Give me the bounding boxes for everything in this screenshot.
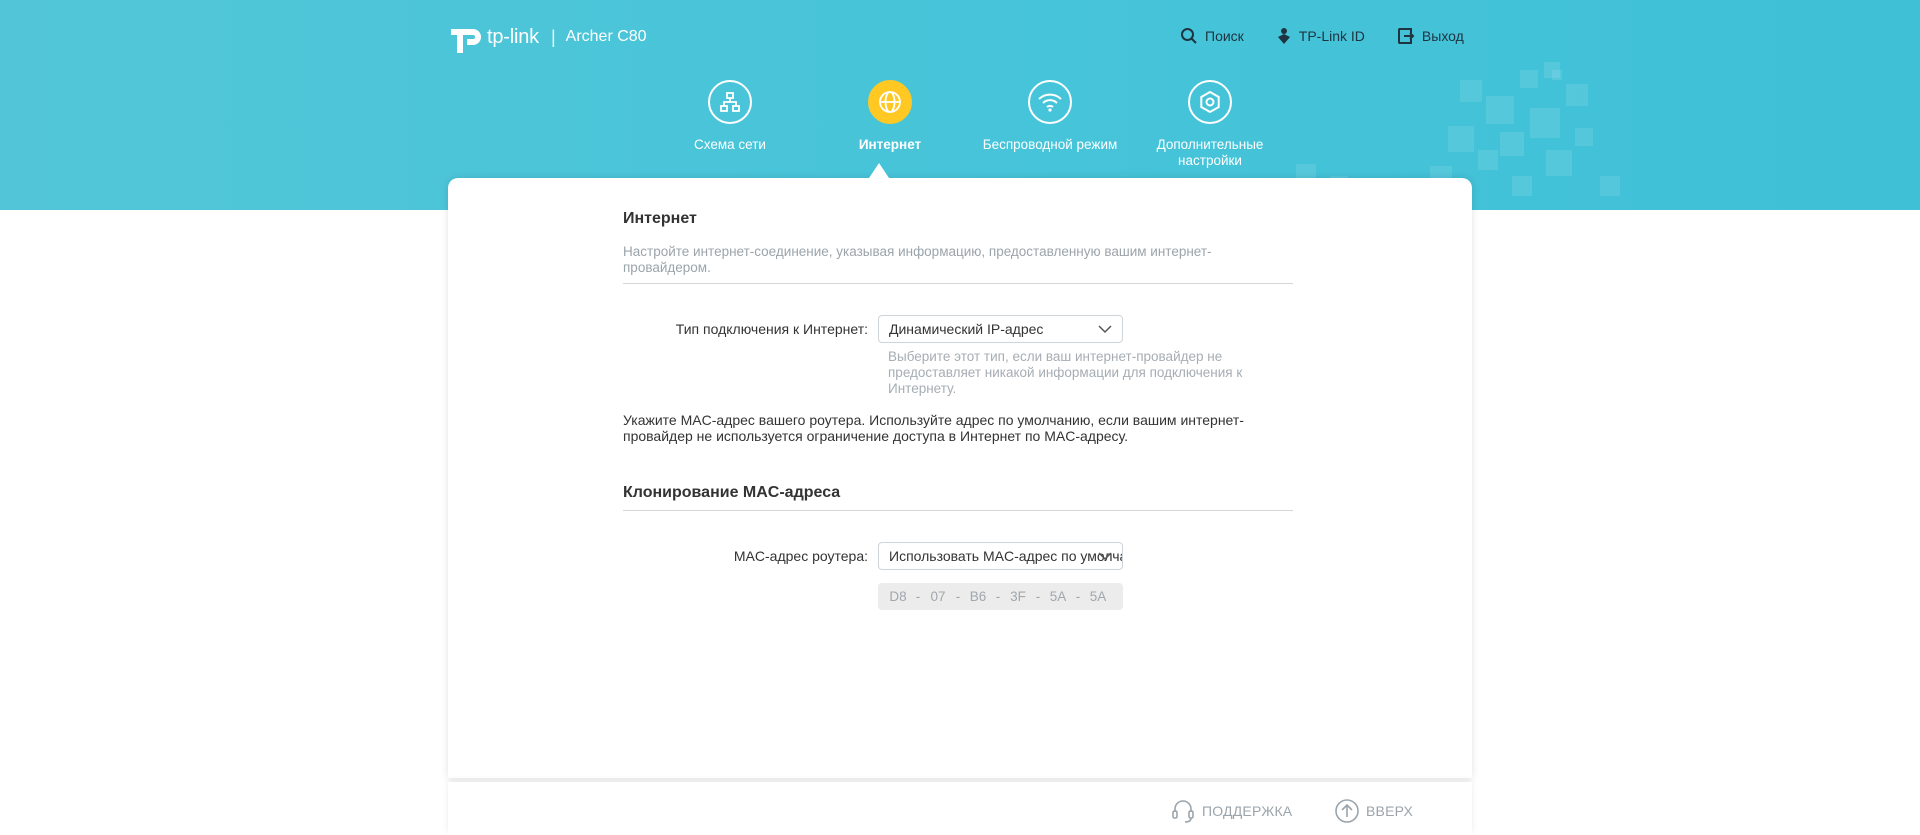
tplink-id-label: TP-Link ID bbox=[1298, 28, 1365, 44]
back-to-top-label: ВВЕРХ bbox=[1366, 803, 1414, 819]
mac-separator: - bbox=[1035, 589, 1041, 604]
conn-type-hint: Выберите этот тип, если ваш интернет-про… bbox=[888, 349, 1243, 396]
router-mac-value: Использовать MAC-адрес по умолчанию bbox=[889, 548, 1122, 564]
model-name: Archer C80 bbox=[565, 28, 647, 45]
mac-separator: - bbox=[995, 589, 1001, 604]
router-mac-label: MAC-адрес роутера: bbox=[733, 548, 868, 564]
nav-internet-circle bbox=[868, 80, 912, 124]
network-map-icon bbox=[720, 92, 740, 112]
chevron-down-icon bbox=[1098, 552, 1112, 561]
support-label: ПОДДЕРЖКА bbox=[1202, 803, 1293, 819]
headset-icon bbox=[1172, 800, 1194, 823]
internet-description: Настройте интернет-соединение, указывая … bbox=[623, 244, 1212, 275]
support-link[interactable]: ПОДДЕРЖКА bbox=[1170, 798, 1292, 824]
wifi-icon bbox=[1038, 93, 1062, 112]
mac-section-divider bbox=[623, 510, 1293, 511]
logout-icon bbox=[1397, 28, 1415, 44]
page-footer: ПОДДЕРЖКА ВВЕРХ bbox=[448, 782, 1472, 835]
header-links: Поиск TP-Link ID Выход bbox=[1180, 27, 1496, 45]
router-mac-select[interactable]: Использовать MAC-адрес по умолчанию bbox=[878, 542, 1123, 570]
arrow-up-circle-icon bbox=[1335, 799, 1359, 823]
mac-address-field: D8 - 07 - B6 - 3F - 5A - 5A bbox=[878, 583, 1123, 610]
conn-type-value: Динамический IP-адрес bbox=[889, 321, 1044, 337]
nav-internet-label: Интернет bbox=[858, 137, 922, 152]
main-nav: Схема сети Интернет Беспроводной режим Д… bbox=[660, 80, 1280, 180]
mac-separator: - bbox=[915, 589, 921, 604]
mac-octet: D8 bbox=[889, 589, 907, 604]
nav-wireless-circle bbox=[1028, 80, 1072, 124]
nav-advanced[interactable]: Дополнительные настройки bbox=[1140, 80, 1280, 169]
search-icon bbox=[1181, 28, 1197, 44]
mac-separator: - bbox=[1075, 589, 1081, 604]
nav-network-map-label: Схема сети bbox=[694, 137, 766, 152]
chevron-down-icon bbox=[1098, 325, 1112, 334]
mac-octet: B6 bbox=[969, 589, 987, 604]
tplink-logo: tp-link | Archer C80 bbox=[447, 19, 647, 55]
gear-icon bbox=[1200, 90, 1220, 114]
active-nav-caret bbox=[869, 163, 889, 178]
nav-internet[interactable]: Интернет bbox=[820, 80, 960, 153]
logout-label: Выход bbox=[1421, 28, 1464, 44]
mac-note: Укажите MAC-адрес вашего роутера. Исполь… bbox=[623, 412, 1244, 444]
mac-clone-title: Клонирование MAC-адреса bbox=[623, 484, 841, 501]
nav-network-map-circle bbox=[708, 80, 752, 124]
section-divider bbox=[623, 283, 1293, 284]
mac-octet: 07 bbox=[930, 589, 946, 604]
conn-type-label: Тип подключения к Интернет: bbox=[675, 321, 868, 337]
brand-name: tp-link bbox=[487, 25, 539, 48]
conn-type-select[interactable]: Динамический IP-адрес bbox=[878, 315, 1123, 343]
internet-section-title: Интернет bbox=[623, 210, 697, 227]
nav-wireless[interactable]: Беспроводной режим bbox=[980, 80, 1120, 153]
mac-separator: - bbox=[955, 589, 961, 604]
tplink-id-icon bbox=[1277, 28, 1290, 44]
search-label: Поиск bbox=[1205, 28, 1244, 44]
mac-octet: 3F bbox=[1010, 589, 1026, 604]
tplink-id-link[interactable]: TP-Link ID bbox=[1276, 27, 1365, 45]
mac-octet: 5A bbox=[1089, 589, 1107, 604]
tplink-logo-icon bbox=[451, 29, 481, 53]
nav-network-map[interactable]: Схема сети bbox=[660, 80, 800, 153]
logo-separator: | bbox=[550, 26, 556, 47]
nav-wireless-label: Беспроводной режим bbox=[982, 137, 1118, 152]
logout-link[interactable]: Выход bbox=[1397, 27, 1464, 45]
back-to-top-link[interactable]: ВВЕРХ bbox=[1334, 798, 1413, 824]
nav-advanced-label: Дополнительные настройки bbox=[1156, 137, 1264, 168]
mac-octet: 5A bbox=[1049, 589, 1067, 604]
globe-icon bbox=[879, 91, 901, 113]
nav-advanced-circle bbox=[1188, 80, 1232, 124]
search-link[interactable]: Поиск bbox=[1180, 27, 1244, 45]
